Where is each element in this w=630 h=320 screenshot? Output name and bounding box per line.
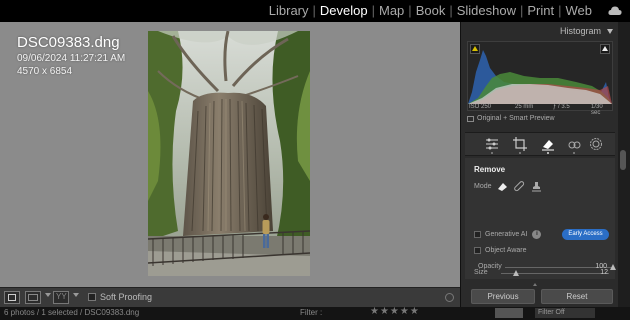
panel-end-marker-icon	[533, 283, 537, 286]
size-label: Size	[474, 269, 488, 276]
filter-label: Filter :	[300, 308, 323, 317]
smart-preview-icon	[467, 115, 474, 122]
tool-indicator-dot	[573, 152, 575, 154]
swap-dropdown-arrow[interactable]	[73, 293, 79, 297]
soft-proofing-label: Soft Proofing	[100, 292, 153, 302]
photo-filename: DSC09383.dng	[17, 34, 120, 51]
remove-mode-eraser-icon[interactable]	[497, 181, 508, 192]
scrollbar-thumb[interactable]	[620, 150, 626, 170]
module-slideshow[interactable]: Slideshow	[453, 2, 520, 20]
module-develop[interactable]: Develop	[316, 2, 372, 20]
tool-strip	[465, 132, 615, 156]
yy-swap-icon: YY	[56, 292, 67, 301]
reset-button[interactable]: Reset	[541, 289, 613, 304]
photo-dimensions: 4570 x 6854	[17, 66, 73, 77]
remove-eraser-icon[interactable]	[541, 137, 555, 151]
exif-focal-length: 25 mm	[515, 104, 534, 110]
module-map[interactable]: Map	[375, 2, 408, 20]
module-web[interactable]: Web	[562, 2, 597, 20]
filter-dropdown[interactable]: Filter Off	[535, 308, 595, 318]
opacity-value[interactable]: 100	[595, 263, 607, 270]
edit-sliders-icon[interactable]	[485, 137, 499, 151]
tool-indicator-dot-active	[547, 152, 549, 154]
tool-indicator-dot	[491, 152, 493, 154]
custom-filter-button[interactable]	[495, 308, 523, 318]
develop-right-panel: Histogram ISO 250 25 mm ƒ / 3.5 1/30 sec…	[460, 22, 618, 307]
object-aware-checkbox[interactable]	[474, 247, 481, 254]
cloud-sync-icon[interactable]	[608, 5, 622, 17]
module-print[interactable]: Print	[523, 2, 558, 20]
size-slider-knob[interactable]	[512, 270, 519, 276]
previous-button[interactable]: Previous	[471, 289, 535, 304]
generative-ai-checkbox[interactable]	[474, 231, 481, 238]
size-value[interactable]: 12	[600, 269, 608, 276]
tool-indicator-dot	[519, 152, 521, 154]
red-eye-icon[interactable]	[567, 137, 581, 151]
before-after-view-button[interactable]	[25, 291, 41, 304]
exif-shutter: 1/30 sec	[591, 104, 603, 116]
clone-mode-stamp-icon[interactable]	[531, 181, 542, 192]
photo-preview[interactable]	[148, 31, 310, 276]
module-book[interactable]: Book	[412, 2, 450, 20]
photo-datetime: 09/06/2024 11:27:21 AM	[17, 53, 126, 64]
loupe-view-icon	[8, 294, 16, 301]
crop-icon[interactable]	[513, 137, 527, 151]
copy-settings-button[interactable]: YY	[53, 291, 69, 304]
object-aware-option[interactable]: Object Aware	[474, 247, 527, 254]
histogram-header[interactable]: Histogram	[461, 22, 619, 40]
rating-filter-stars[interactable]: ★★★★★	[370, 306, 420, 317]
info-icon[interactable]: i	[532, 230, 542, 239]
highlight-clipping-icon[interactable]	[600, 44, 610, 54]
collapse-triangle-icon[interactable]	[607, 29, 613, 34]
image-canvas[interactable]: DSC09383.dng 09/06/2024 11:27:21 AM 4570…	[0, 22, 460, 287]
preview-status-label: Original + Smart Preview	[477, 115, 555, 122]
module-library[interactable]: Library	[265, 2, 313, 20]
heal-mode-bandage-icon[interactable]	[514, 181, 525, 192]
develop-toolbar: YY Soft Proofing	[0, 287, 460, 307]
exif-aperture: ƒ / 3.5	[553, 104, 570, 110]
shadow-clipping-icon[interactable]	[470, 44, 480, 54]
module-list: Library | Develop | Map | Book | Slidesh…	[265, 2, 596, 20]
generative-ai-label: Generative AI	[485, 231, 528, 238]
object-aware-label: Object Aware	[485, 247, 527, 254]
masking-icon[interactable]	[589, 137, 603, 151]
remove-panel: Remove Mode Generative AI i Early Access…	[465, 158, 615, 279]
curtain-fig-tree-photo	[148, 31, 310, 276]
before-after-dropdown-arrow[interactable]	[45, 293, 51, 297]
filmstrip-path[interactable]: 6 photos / 1 selected / DSC09383.dng	[4, 308, 139, 317]
mode-label: Mode	[474, 183, 492, 190]
generative-ai-option[interactable]: Generative AI i	[474, 230, 542, 239]
histogram-title: Histogram	[559, 26, 601, 36]
opacity-label: Opacity	[478, 263, 502, 270]
loupe-view-button[interactable]	[4, 291, 20, 304]
photo-info-overlay: DSC09383.dng 09/06/2024 11:27:21 AM 4570…	[17, 34, 125, 78]
before-after-icon	[28, 294, 38, 301]
filmstrip-bar: 6 photos / 1 selected / DSC09383.dng Fil…	[0, 306, 630, 320]
early-access-badge: Early Access	[562, 229, 609, 240]
module-picker-bar: Library | Develop | Map | Book | Slidesh…	[0, 0, 630, 22]
remove-panel-title: Remove	[474, 165, 506, 174]
toolbar-options-icon[interactable]	[445, 293, 454, 302]
preview-status: Original + Smart Preview	[467, 115, 555, 122]
histogram-chart	[468, 50, 612, 104]
soft-proofing-checkbox[interactable]	[88, 293, 96, 301]
opacity-slider-knob[interactable]	[610, 264, 616, 270]
soft-proofing-toggle[interactable]: Soft Proofing	[88, 292, 152, 302]
histogram-graph[interactable]	[467, 41, 613, 111]
exif-iso: ISO 250	[469, 104, 492, 110]
